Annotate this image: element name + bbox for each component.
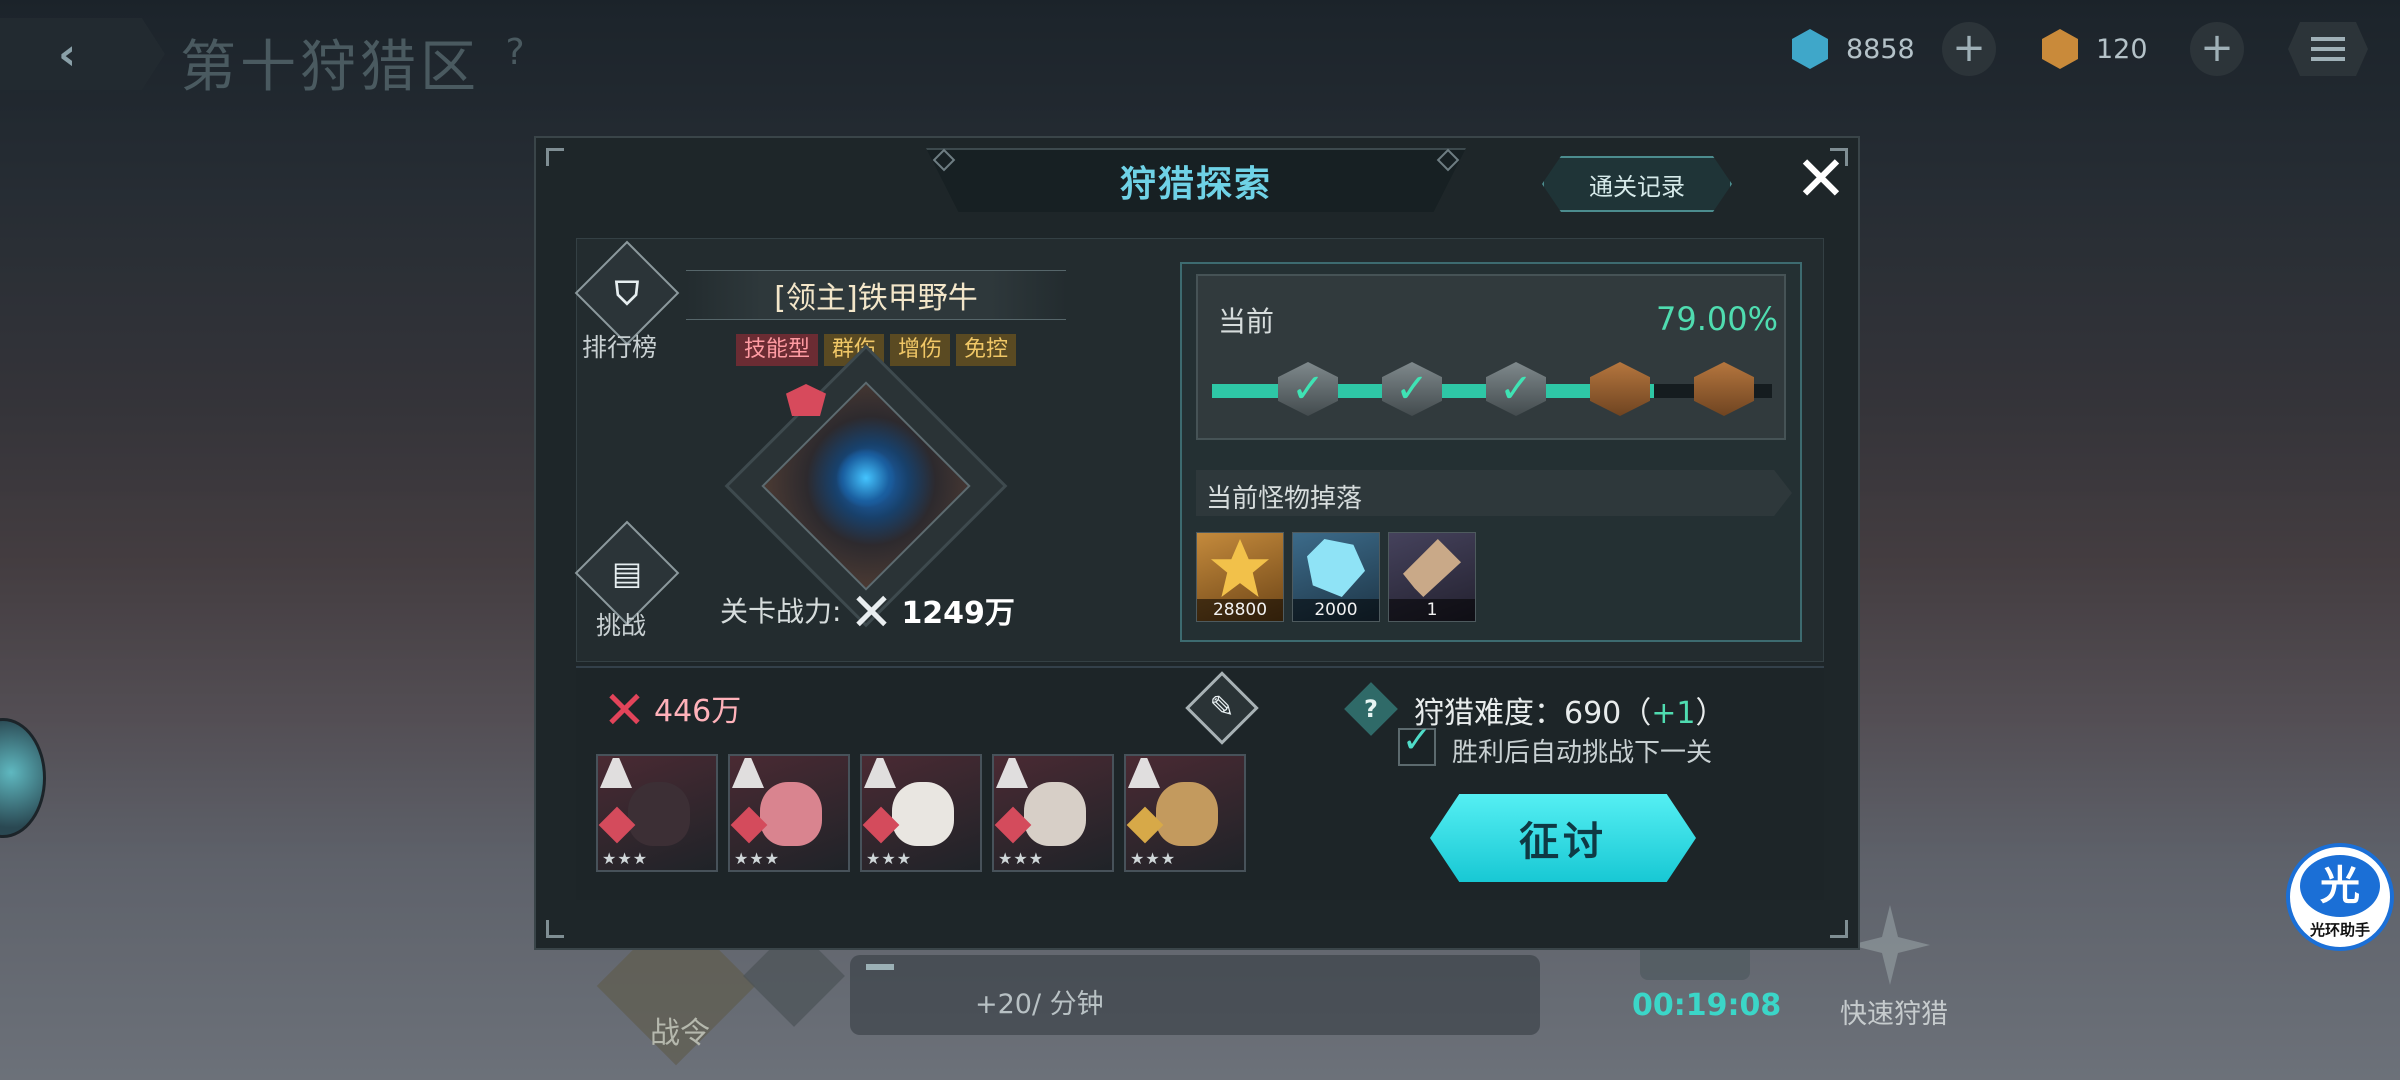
battle-pass-label: 战令 [650,1016,710,1051]
crystal-icon [1792,29,1828,69]
checkmark-icon: ✓ [1395,366,1429,412]
progress-inner [1196,274,1786,440]
boss-portrait-glow [836,448,896,508]
hunt-explore-dialog: 狩猎探索 通关记录 ✕ ⛉ 排行榜 ▤ 挑战 [领主]铁甲野牛 技能型 群伤 增… [534,136,1860,950]
progress-percent: 79.00% [1656,300,1779,338]
close-button[interactable]: ✕ [1790,148,1852,212]
leaderboard-label: 排行榜 [582,333,658,362]
currency-crystal-value: 8858 [1846,33,1915,65]
back-button[interactable]: ‹ [0,18,165,90]
difficulty-label: 狩猎难度： [1414,696,1564,731]
assistant-button[interactable]: 光 光环助手 [2286,843,2394,951]
add-crystal-button[interactable]: + [1942,22,1996,76]
hero-slot[interactable]: ★★★ [1124,754,1246,872]
drop-count: 28800 [1197,599,1283,621]
hero-stars: ★★★ [866,849,913,868]
hero-portrait [892,782,954,846]
zone-title: 第十狩猎区 [180,35,480,100]
hero-portrait [760,782,822,846]
checkmark-icon[interactable]: ✓ [1398,722,1436,760]
hero-class-icon [996,758,1028,788]
medal-icon [1211,539,1269,597]
difficulty-value: 690 [1564,696,1622,731]
currency-crystal: 8858 [1790,22,1915,76]
drill-icon [1403,539,1461,597]
zone-help-icon[interactable]: ? [492,30,538,76]
income-progress [866,964,894,970]
boss-name-bar: [领主]铁甲野牛 [686,270,1066,320]
drop-count: 1 [1389,599,1475,621]
hero-class-icon [1128,758,1160,788]
boss-tag: 增伤 [890,334,951,366]
checkmark-icon: ✓ [1291,366,1325,412]
hero-portrait [628,782,690,846]
help-icon[interactable]: ? [1352,690,1390,728]
assistant-logo: 光 [2300,854,2380,917]
challenge-label: 挑战 [596,611,647,640]
pencil-icon[interactable]: ✎ [1196,682,1248,734]
auto-next-label: 胜利后自动挑战下一关 [1452,738,1713,768]
income-rate: +20/ 分钟 [975,989,1104,1020]
stage-power: 关卡战力: 1249万 [720,588,1015,632]
drop-item-medal[interactable]: 28800 [1196,532,1284,622]
hero-class-icon [600,758,632,788]
add-ore-button[interactable]: + [2190,22,2244,76]
timer-text: 00:19:08 [1632,988,1782,1023]
progress-label: 当前 [1218,305,1275,338]
currency-ore: 120 [2040,22,2148,76]
assistant-label: 光环助手 [2309,920,2370,939]
hero-slot[interactable]: ★★★ [596,754,718,872]
difficulty-bonus: +1 [1651,696,1696,731]
income-panel [850,955,1540,1035]
checkmark-icon: ✓ [1499,366,1533,412]
drops-title: 当前怪物掉落 [1206,484,1363,514]
hero-stars: ★★★ [734,849,781,868]
clear-record-button[interactable]: 通关记录 [1542,156,1732,212]
start-hunt-button[interactable]: 征讨 [1430,794,1696,882]
team-power-icon [604,690,644,726]
boss-tag: 免控 [956,334,1017,366]
hero-stars: ★★★ [998,849,1045,868]
hero-slot[interactable]: ★★★ [992,754,1114,872]
drop-item-drill[interactable]: 1 [1388,532,1476,622]
team-power-value: 446万 [654,694,742,729]
crossed-swords-icon [851,592,891,628]
crystal-icon [1307,539,1365,597]
hero-portrait [1156,782,1218,846]
leaderboard-icon[interactable]: ⛉ [590,256,664,330]
drop-count: 2000 [1293,599,1379,621]
dialog-title: 狩猎探索 [1119,164,1272,205]
hero-class-icon [864,758,896,788]
hero-stars: ★★★ [1130,849,1177,868]
difficulty: 狩猎难度：690（+1） [1414,696,1726,731]
stage-power-label: 关卡战力: [720,595,842,628]
hero-stars: ★★★ [602,849,649,868]
boss-tag: 技能型 [736,334,819,366]
start-hunt-label: 征讨 [1519,819,1607,865]
currency-ore-value: 120 [2096,33,2148,65]
clear-record-label: 通关记录 [1589,172,1685,201]
hero-slot[interactable]: ★★★ [860,754,982,872]
back-arrow-icon: ‹ [58,28,77,80]
ore-icon [2042,29,2078,69]
drop-item-crystal[interactable]: 2000 [1292,532,1380,622]
hero-portrait [1024,782,1086,846]
quick-hunt-label: 快速狩猎 [1840,999,1948,1030]
menu-button[interactable] [2288,22,2368,76]
boss-name: [领主]铁甲野牛 [774,281,978,316]
dialog-title-plate: 狩猎探索 [926,148,1466,212]
team-power: 446万 [604,686,741,730]
hero-class-icon [732,758,764,788]
challenge-icon[interactable]: ▤ [590,536,664,610]
stage-power-value: 1249万 [901,596,1015,631]
hero-slot[interactable]: ★★★ [728,754,850,872]
